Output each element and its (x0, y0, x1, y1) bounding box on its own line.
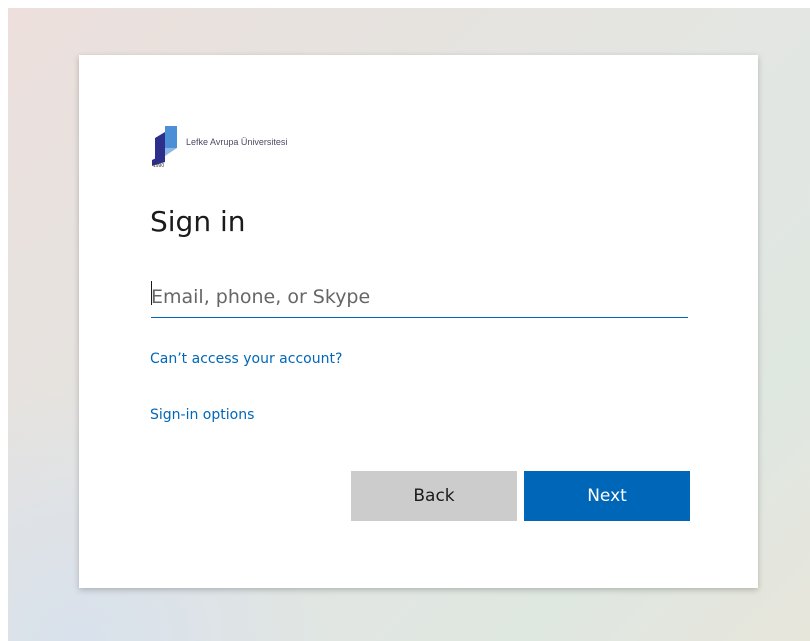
text-caret (151, 281, 152, 305)
cant-access-account-link[interactable]: Can’t access your account? (150, 351, 342, 367)
sign-in-card: 1990 Lefke Avrupa Üniversitesi Sign in C… (79, 55, 758, 588)
back-button[interactable]: Back (351, 471, 517, 521)
email-field[interactable] (151, 277, 688, 318)
sign-in-options-link[interactable]: Sign-in options (150, 407, 254, 423)
university-logo: 1990 Lefke Avrupa Üniversitesi (150, 124, 336, 174)
logo-year: 1990 (153, 163, 165, 169)
university-logo-mark-icon: 1990 (150, 124, 180, 174)
page-title: Sign in (150, 205, 246, 238)
next-button[interactable]: Next (524, 471, 690, 521)
logo-name: Lefke Avrupa Üniversitesi (186, 137, 288, 147)
